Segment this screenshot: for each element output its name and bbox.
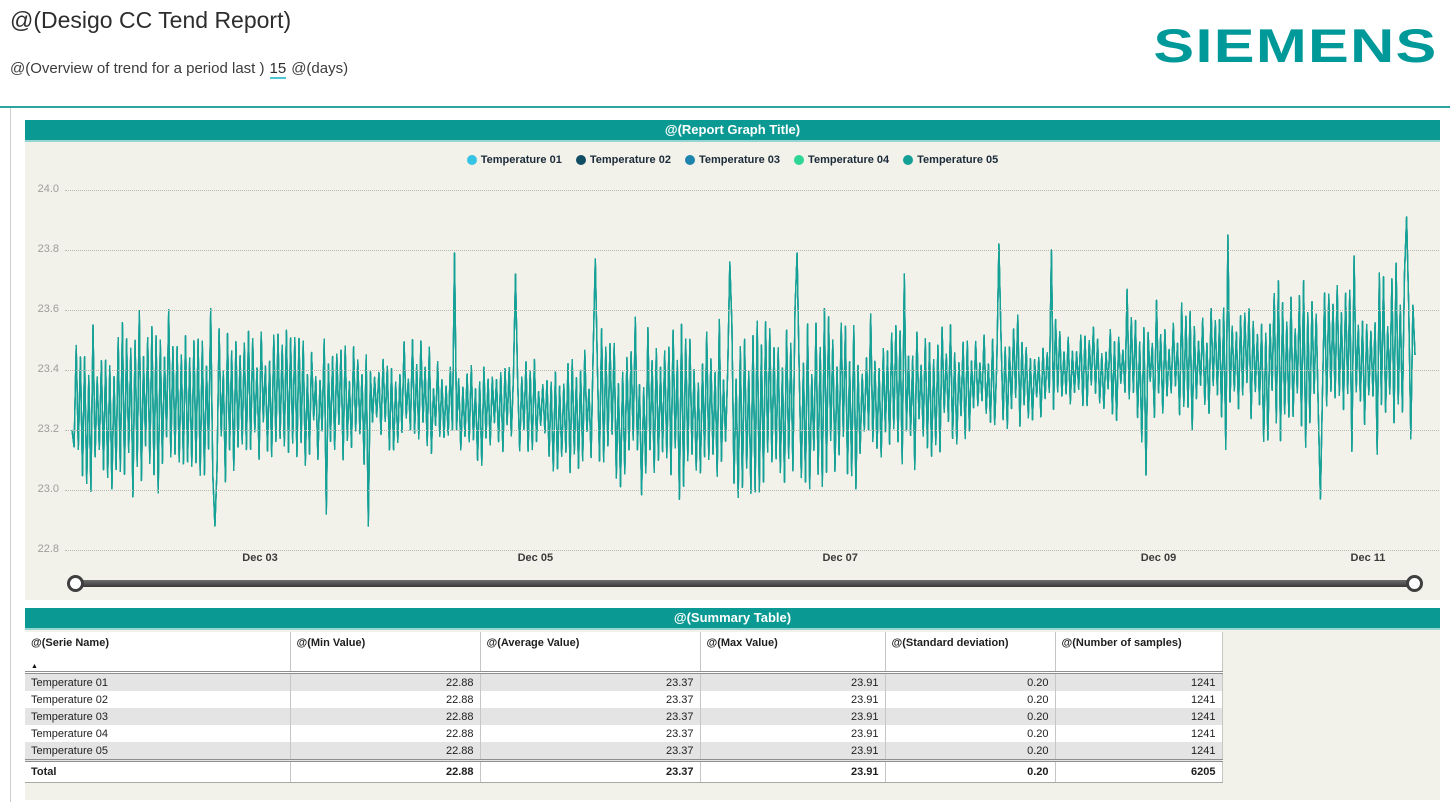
period-days-value[interactable]: 15 xyxy=(270,60,287,79)
gridline xyxy=(65,490,1439,491)
value-cell: 23.91 xyxy=(700,673,885,692)
value-cell: 1241 xyxy=(1055,725,1222,742)
value-cell: 22.88 xyxy=(290,691,480,708)
table-row: Temperature 0222.8823.3723.910.201241 xyxy=(25,691,1222,708)
summary-table-body: Temperature 0122.8823.3723.910.201241Tem… xyxy=(25,673,1222,783)
column-header[interactable]: @(Serie Name)▲ xyxy=(25,632,290,673)
gridline xyxy=(65,190,1439,191)
x-axis-label: Dec 11 xyxy=(1351,552,1386,564)
value-cell: 22.88 xyxy=(290,708,480,725)
value-cell: 0.20 xyxy=(885,691,1055,708)
value-cell: 23.91 xyxy=(700,761,885,783)
value-cell: 22.88 xyxy=(290,725,480,742)
value-cell: 0.20 xyxy=(885,725,1055,742)
y-axis-label: 22.8 xyxy=(25,543,59,555)
x-axis-label: Dec 03 xyxy=(242,552,277,564)
value-cell: 1241 xyxy=(1055,708,1222,725)
total-row: Total22.8823.3723.910.206205 xyxy=(25,761,1222,783)
page-left-border xyxy=(10,108,11,802)
graph-title-bar: @(Report Graph Title) xyxy=(25,120,1440,142)
value-cell: 23.37 xyxy=(480,725,700,742)
gridline xyxy=(65,250,1439,251)
value-cell: 6205 xyxy=(1055,761,1222,783)
value-cell: 23.37 xyxy=(480,761,700,783)
column-header[interactable]: @(Average Value) xyxy=(480,632,700,673)
gridline xyxy=(65,310,1439,311)
summary-section: @(Summary Table) @(Serie Name)▲@(Min Val… xyxy=(25,608,1440,800)
series-name-cell: Temperature 01 xyxy=(25,673,290,692)
value-cell: 23.37 xyxy=(480,673,700,692)
value-cell: 22.88 xyxy=(290,742,480,761)
report-subtitle: @(Overview of trend for a period last ) 1… xyxy=(10,60,348,79)
report-title: @(Desigo CC Tend Report) xyxy=(10,7,291,34)
time-range-slider-track[interactable] xyxy=(76,580,1415,587)
header-divider xyxy=(0,106,1450,108)
value-cell: 23.91 xyxy=(700,742,885,761)
x-axis-label: Dec 09 xyxy=(1141,552,1176,564)
value-cell: 23.91 xyxy=(700,725,885,742)
table-row: Temperature 0522.8823.3723.910.201241 xyxy=(25,742,1222,761)
value-cell: 1241 xyxy=(1055,673,1222,692)
y-axis-label: 23.8 xyxy=(25,243,59,255)
gridline xyxy=(65,550,1439,551)
series-name-cell: Temperature 04 xyxy=(25,725,290,742)
slider-handle-right[interactable] xyxy=(1406,575,1423,592)
table-row: Temperature 0322.8823.3723.910.201241 xyxy=(25,708,1222,725)
y-axis-label: 23.2 xyxy=(25,423,59,435)
value-cell: 1241 xyxy=(1055,742,1222,761)
y-axis-label: 23.6 xyxy=(25,303,59,315)
value-cell: 22.88 xyxy=(290,673,480,692)
value-cell: 0.20 xyxy=(885,673,1055,692)
slider-handle-left[interactable] xyxy=(67,575,84,592)
gridline xyxy=(65,430,1439,431)
series-name-cell: Temperature 05 xyxy=(25,742,290,761)
series-name-cell: Temperature 03 xyxy=(25,708,290,725)
series-name-cell: Total xyxy=(25,761,290,783)
column-header[interactable]: @(Standard deviation) xyxy=(885,632,1055,673)
series-name-cell: Temperature 02 xyxy=(25,691,290,708)
value-cell: 22.88 xyxy=(290,761,480,783)
y-axis-label: 24.0 xyxy=(25,183,59,195)
subtitle-suffix: @(days) xyxy=(291,60,348,77)
summary-table: @(Serie Name)▲@(Min Value)@(Average Valu… xyxy=(25,632,1223,783)
subtitle-prefix: @(Overview of trend for a period last ) xyxy=(10,60,265,77)
table-row: Temperature 0422.8823.3723.910.201241 xyxy=(25,725,1222,742)
column-header[interactable]: @(Min Value) xyxy=(290,632,480,673)
trend-lines-svg xyxy=(72,142,1415,600)
value-cell: 23.91 xyxy=(700,708,885,725)
value-cell: 23.37 xyxy=(480,708,700,725)
x-axis-label: Dec 07 xyxy=(822,552,857,564)
summary-table-header-row: @(Serie Name)▲@(Min Value)@(Average Valu… xyxy=(25,632,1222,673)
value-cell: 0.20 xyxy=(885,742,1055,761)
summary-table-panel: @(Serie Name)▲@(Min Value)@(Average Valu… xyxy=(25,630,1440,800)
x-axis-label: Dec 05 xyxy=(518,552,553,564)
siemens-logo: SIEMENS xyxy=(1154,18,1438,73)
table-row: Temperature 0122.8823.3723.910.201241 xyxy=(25,673,1222,692)
chart-section: @(Report Graph Title) Temperature 01Temp… xyxy=(25,120,1440,600)
sort-ascending-icon: ▲ xyxy=(31,663,38,670)
column-header[interactable]: @(Number of samples) xyxy=(1055,632,1222,673)
gridline xyxy=(65,370,1439,371)
value-cell: 0.20 xyxy=(885,708,1055,725)
trend-line-series xyxy=(72,217,1415,526)
y-axis-label: 23.4 xyxy=(25,363,59,375)
value-cell: 23.91 xyxy=(700,691,885,708)
value-cell: 23.37 xyxy=(480,691,700,708)
y-axis-label: 23.0 xyxy=(25,483,59,495)
report-page: @(Desigo CC Tend Report) @(Overview of t… xyxy=(0,0,1450,810)
value-cell: 23.37 xyxy=(480,742,700,761)
chart-panel: Temperature 01Temperature 02Temperature … xyxy=(25,142,1440,600)
summary-title-bar: @(Summary Table) xyxy=(25,608,1440,630)
column-header[interactable]: @(Max Value) xyxy=(700,632,885,673)
value-cell: 1241 xyxy=(1055,691,1222,708)
value-cell: 0.20 xyxy=(885,761,1055,783)
